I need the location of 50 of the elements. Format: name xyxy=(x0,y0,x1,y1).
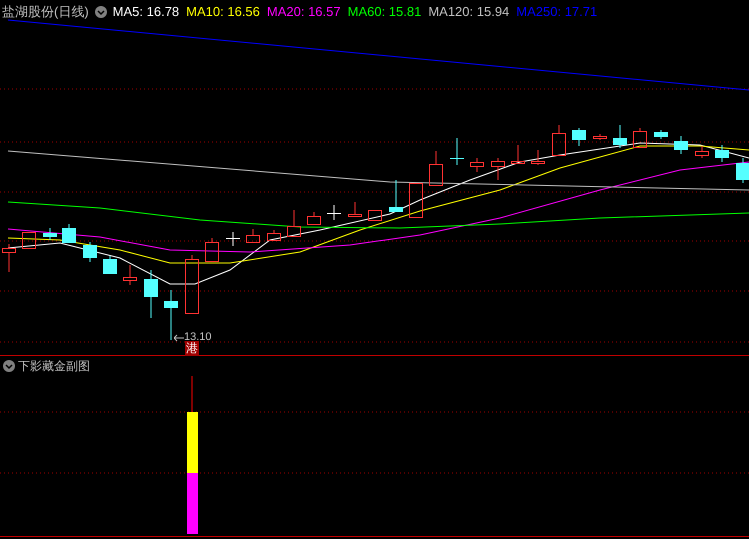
candlestick xyxy=(552,124,566,156)
arrow-icon xyxy=(174,334,184,342)
candlestick xyxy=(327,204,341,220)
candlestick xyxy=(368,210,382,221)
candlestick xyxy=(715,144,729,162)
candlestick xyxy=(246,228,260,243)
legend-item: MA20: 16.57 xyxy=(266,3,341,22)
low-price-label: 13.10 xyxy=(184,332,212,343)
candlestick xyxy=(226,232,240,246)
candlestick xyxy=(43,228,57,240)
indicator-title: 下影藏金副图 xyxy=(18,358,90,374)
legend-item: MA120: 15.94 xyxy=(428,3,510,22)
candlestick xyxy=(348,202,362,217)
chart-title: 盐湖股份(日线) xyxy=(2,3,89,22)
legend-item: MA250: 17.71 xyxy=(516,3,598,22)
candlestick xyxy=(572,128,586,146)
candlestick xyxy=(450,138,464,166)
candlestick xyxy=(205,238,219,262)
candlestick xyxy=(287,210,301,237)
candlestick xyxy=(470,158,484,172)
candlestick xyxy=(531,150,545,166)
candlestick xyxy=(307,212,321,225)
candlestick xyxy=(695,146,709,158)
badge: 港 xyxy=(185,341,199,356)
candlestick xyxy=(511,144,525,164)
candlestick xyxy=(62,224,76,244)
candlestick xyxy=(267,230,281,241)
candlestick xyxy=(185,254,199,314)
dropdown-icon[interactable] xyxy=(94,6,107,18)
candlestick xyxy=(144,270,158,318)
candlestick xyxy=(22,232,36,249)
legend-item: MA60: 15.81 xyxy=(348,3,422,22)
candlestick xyxy=(593,134,607,140)
dropdown-icon[interactable] xyxy=(3,360,15,372)
legend-item: MA5: 16.78 xyxy=(112,3,180,22)
candlestick xyxy=(103,256,117,274)
candlestick xyxy=(83,242,97,262)
candlestick xyxy=(389,180,403,212)
legend-item: MA10: 16.56 xyxy=(186,3,260,22)
candlestick xyxy=(123,264,137,286)
candlestick xyxy=(409,182,423,218)
candlestick xyxy=(674,136,688,154)
candlestick xyxy=(613,124,627,148)
candlestick xyxy=(2,244,16,272)
candlestick xyxy=(164,290,178,340)
candlestick xyxy=(633,128,647,148)
candlestick xyxy=(736,158,749,184)
candlestick xyxy=(491,158,505,180)
candlestick xyxy=(429,150,443,186)
candlestick xyxy=(654,130,668,140)
